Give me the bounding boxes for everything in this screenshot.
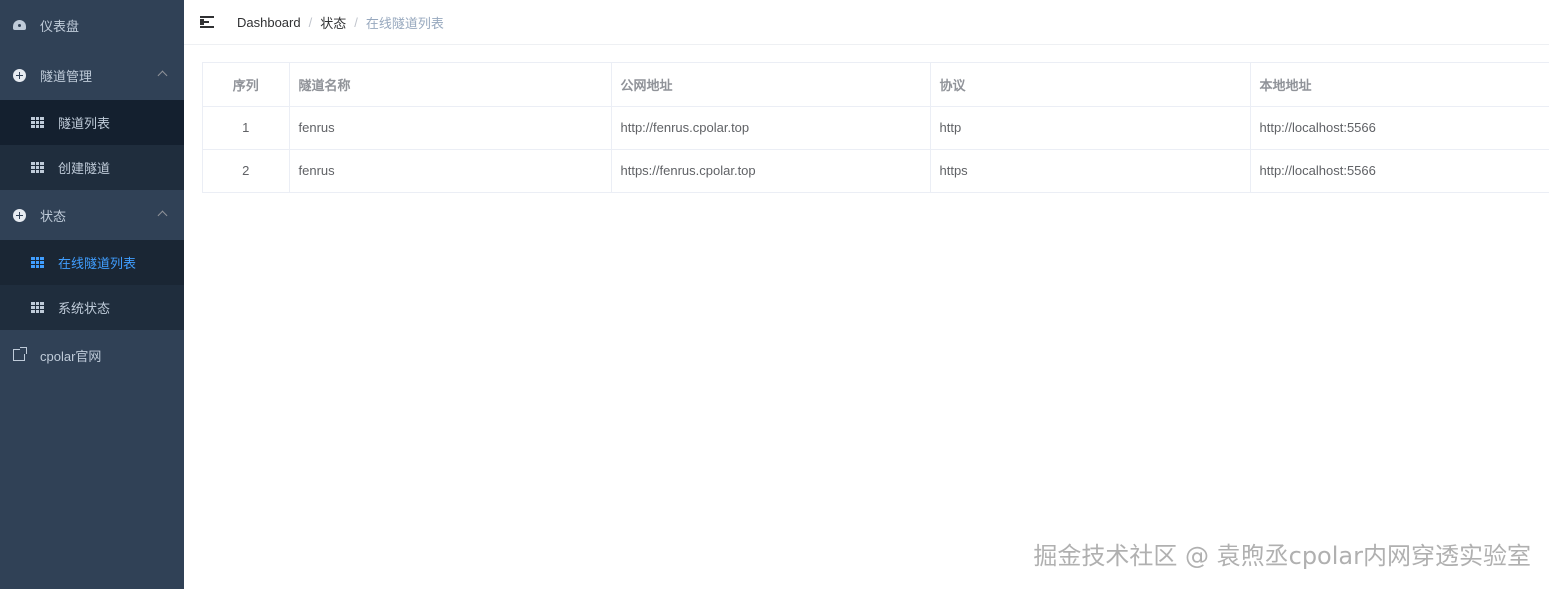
sidebar-item-tunnel-list-label: 隧道列表 — [58, 116, 111, 131]
menu-item-dashboard[interactable]: 仪表盘 — [0, 0, 184, 50]
breadcrumb-status[interactable]: 状态 — [320, 13, 346, 32]
grid-icon — [31, 161, 45, 174]
cell-index: 2 — [203, 149, 290, 192]
cell-public-url: http://fenrus.cpolar.top — [611, 106, 931, 150]
table-row: 1 fenrus http://fenrus.cpolar.top http h… — [203, 106, 1549, 150]
cell-local-addr: http://localhost:5566 — [1250, 149, 1549, 192]
cell-public-url: https://fenrus.cpolar.top — [611, 149, 931, 192]
watermark-text: 掘金技术社区 @ 袁煦丞cpolar内网穿透实验室 — [1033, 542, 1531, 570]
external-link-icon — [12, 347, 27, 362]
column-header-index: 序列 — [203, 63, 290, 107]
sidebar: 仪表盘 隧道管理 隧道列表 创建隧道 状态 在线隧道列表 系统状态 cpolar… — [0, 0, 184, 589]
table-header-row: 序列 隧道名称 公网地址 协议 本地地址 — [203, 63, 1549, 107]
cell-index: 1 — [203, 106, 290, 150]
table-row: 2 fenrus https://fenrus.cpolar.top https… — [203, 149, 1549, 192]
sidebar-item-system-status-label: 系统状态 — [58, 301, 111, 316]
online-tunnels-table: 序列 隧道名称 公网地址 协议 本地地址 1 fenrus http://fen… — [202, 62, 1549, 193]
breadcrumb-separator: / — [354, 14, 358, 30]
grid-icon — [31, 301, 45, 314]
cell-local-addr: http://localhost:5566 — [1250, 106, 1549, 150]
breadcrumb-dashboard[interactable]: Dashboard — [237, 15, 301, 30]
menu-item-cpolar-official[interactable]: cpolar官网 — [0, 330, 184, 380]
sidebar-item-online-tunnels[interactable]: 在线隧道列表 — [0, 240, 184, 285]
cell-name: fenrus — [289, 149, 612, 192]
column-header-public-url: 公网地址 — [611, 63, 931, 107]
grid-icon — [31, 116, 45, 129]
cell-protocol: https — [930, 149, 1251, 192]
submenu-status[interactable]: 状态 — [0, 190, 184, 240]
grid-icon — [31, 256, 45, 269]
sidebar-item-tunnel-list[interactable]: 隧道列表 — [0, 100, 184, 145]
hamburger-menu-icon[interactable] — [200, 15, 216, 29]
chevron-up-icon — [157, 70, 168, 81]
breadcrumb-current: 在线隧道列表 — [365, 15, 444, 31]
submenu-status-label: 状态 — [40, 208, 67, 224]
submenu-tunnel-management-label: 隧道管理 — [40, 68, 93, 84]
column-header-name: 隧道名称 — [289, 63, 612, 107]
cell-name: fenrus — [289, 106, 612, 150]
plus-circle-icon — [12, 208, 26, 222]
sidebar-item-create-tunnel[interactable]: 创建隧道 — [0, 145, 184, 190]
menu-item-cpolar-official-label: cpolar官网 — [40, 348, 102, 364]
dashboard-gauge-icon — [12, 18, 26, 32]
breadcrumb-separator: / — [308, 14, 313, 30]
sidebar-item-online-tunnels-label: 在线隧道列表 — [58, 256, 137, 271]
menu-item-dashboard-label: 仪表盘 — [40, 18, 80, 34]
column-header-protocol: 协议 — [930, 63, 1251, 107]
column-header-local-addr: 本地地址 — [1250, 63, 1549, 107]
cell-protocol: http — [930, 106, 1251, 150]
navbar: Dashboard / 状态 / 在线隧道列表 — [184, 0, 1549, 45]
submenu-tunnel-management[interactable]: 隧道管理 — [0, 50, 184, 100]
sidebar-item-system-status[interactable]: 系统状态 — [0, 285, 184, 330]
sidebar-item-create-tunnel-label: 创建隧道 — [58, 161, 111, 176]
chevron-up-icon — [157, 210, 168, 221]
breadcrumb: Dashboard / 状态 / 在线隧道列表 — [237, 13, 444, 32]
plus-circle-icon — [12, 68, 26, 82]
